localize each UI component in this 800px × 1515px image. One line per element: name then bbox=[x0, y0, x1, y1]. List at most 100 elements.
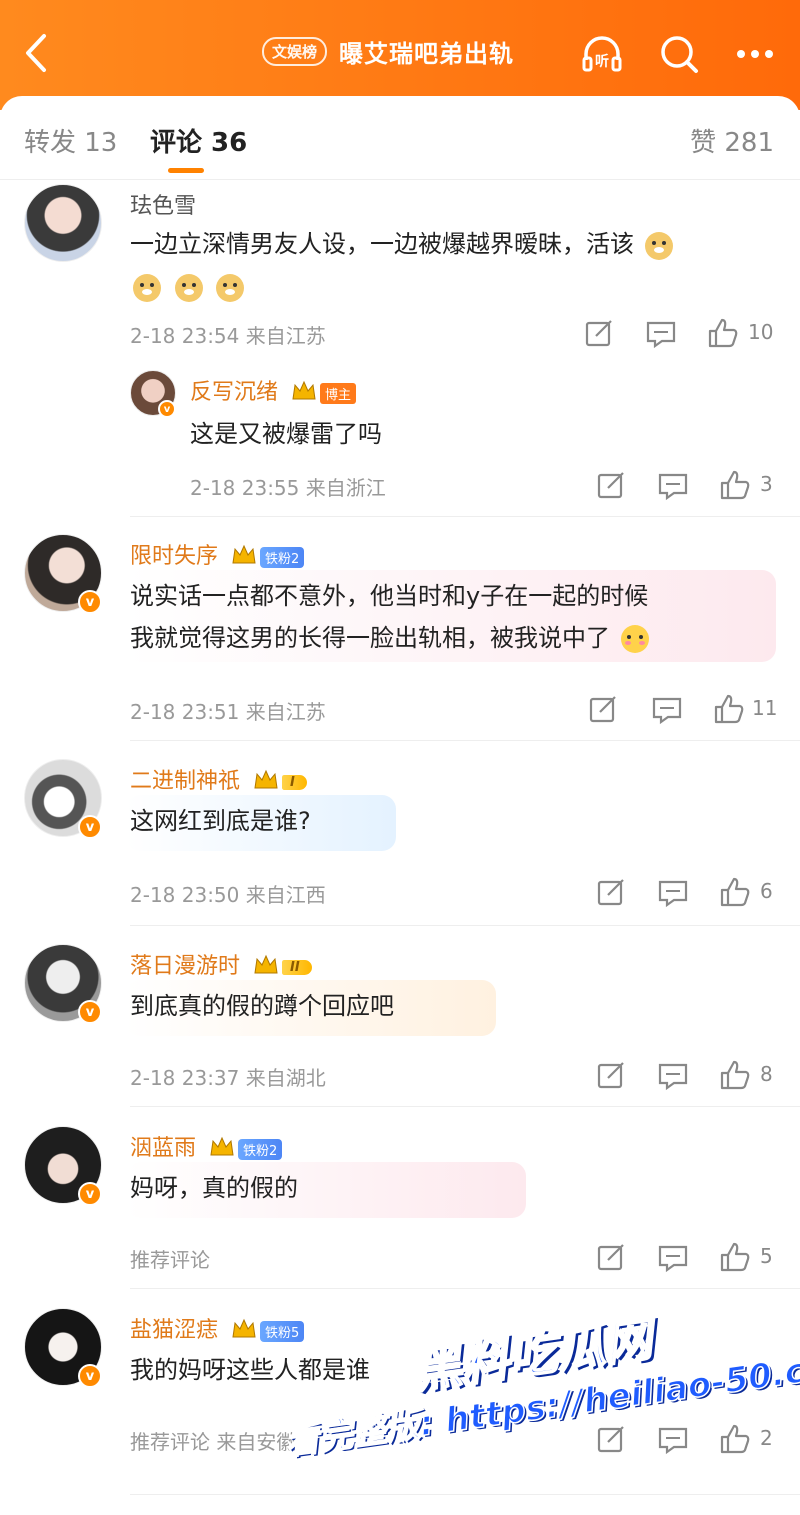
share-icon[interactable] bbox=[594, 1422, 628, 1456]
reply-author-name[interactable]: 反写沉绪 bbox=[190, 380, 278, 405]
commenter-name[interactable]: 洇蓝雨 bbox=[130, 1136, 196, 1161]
listen-label: 听 bbox=[595, 53, 609, 70]
like-count: 5 bbox=[760, 1244, 773, 1268]
search-button[interactable] bbox=[657, 32, 701, 76]
crown-icon bbox=[231, 1317, 257, 1345]
back-button[interactable] bbox=[16, 28, 56, 78]
like-count: 3 bbox=[760, 472, 773, 496]
comment-icon[interactable] bbox=[656, 1058, 690, 1092]
comment-meta: 2-18 23:51 来自江苏 bbox=[130, 700, 326, 724]
level-badge: I bbox=[282, 774, 307, 790]
like-icon[interactable] bbox=[718, 1240, 752, 1274]
comment-icon[interactable] bbox=[644, 316, 678, 350]
comment-text-line: 一边立深情男友人设，一边被爆越界暧昧，活该 bbox=[130, 230, 634, 258]
doge-emoji-icon bbox=[213, 270, 247, 304]
comment-icon[interactable] bbox=[656, 1240, 690, 1274]
divider bbox=[130, 925, 800, 926]
crown-icon bbox=[253, 768, 279, 796]
tab-comment[interactable]: 评论 36 bbox=[150, 122, 247, 159]
comment-text-line: 我的妈呀这些人都是谁 bbox=[130, 1356, 370, 1384]
comment-text-line: 妈呀，真的假的 bbox=[130, 1174, 298, 1202]
search-icon bbox=[661, 36, 698, 73]
blogger-badge: 博主 bbox=[320, 382, 357, 404]
like-icon[interactable] bbox=[718, 1058, 752, 1092]
back-arrow-icon bbox=[26, 34, 46, 72]
comment-actions: 5 bbox=[594, 1240, 784, 1274]
tab-bar: 转发 13 评论 36 赞 281 bbox=[0, 96, 800, 180]
comment-text: 一边立深情男友人设，一边被爆越界暧昧，活该 bbox=[130, 224, 676, 264]
commenter-name[interactable]: 珐色雪 bbox=[130, 188, 196, 220]
comment-text-line: 这网红到底是谁? bbox=[130, 807, 311, 835]
like-count: 2 bbox=[760, 1426, 773, 1450]
verified-icon: v bbox=[78, 590, 102, 614]
verified-icon: v bbox=[78, 1182, 102, 1206]
reply-name-row: 反写沉绪 博主 bbox=[190, 374, 357, 407]
comment-actions: 11 bbox=[586, 692, 786, 726]
comment-actions: 10 bbox=[582, 316, 782, 350]
verified-icon: v bbox=[78, 815, 102, 839]
share-icon[interactable] bbox=[594, 1240, 628, 1274]
active-tab-indicator bbox=[168, 168, 204, 173]
topic-tag[interactable]: 文娱榜 bbox=[262, 37, 328, 66]
like-count: 10 bbox=[748, 320, 774, 344]
comment-icon[interactable] bbox=[656, 875, 690, 909]
like-icon[interactable] bbox=[706, 316, 740, 350]
page-title: 曝艾瑞吧弟出轨 bbox=[339, 40, 515, 68]
crown-icon bbox=[253, 953, 279, 981]
like-icon[interactable] bbox=[712, 692, 746, 726]
like-icon[interactable] bbox=[718, 875, 752, 909]
share-icon[interactable] bbox=[594, 875, 628, 909]
like-count: 11 bbox=[752, 696, 778, 720]
doge-emoji-icon bbox=[642, 228, 676, 262]
comment-sheet: 转发 13 评论 36 赞 281 bbox=[0, 96, 800, 1515]
comment-text: 我就觉得这男的长得一脸出轨相，被我说中了 bbox=[130, 618, 652, 658]
divider bbox=[130, 740, 800, 741]
verified-icon: v bbox=[78, 1364, 102, 1388]
tab-repost[interactable]: 转发 13 bbox=[24, 122, 117, 159]
more-dots-icon bbox=[737, 50, 773, 58]
commenter-name[interactable]: 盐猫涩痣 bbox=[130, 1318, 218, 1343]
share-icon[interactable] bbox=[594, 468, 628, 502]
listen-button[interactable]: 听 bbox=[580, 32, 624, 76]
share-icon[interactable] bbox=[594, 1058, 628, 1092]
comment-icon[interactable] bbox=[656, 1422, 690, 1456]
headphones-icon: 听 bbox=[582, 36, 622, 72]
more-button[interactable] bbox=[733, 32, 777, 76]
verified-icon: v bbox=[78, 1000, 102, 1024]
divider bbox=[130, 1106, 800, 1107]
fan-badge: 铁粉2 bbox=[238, 1138, 283, 1160]
name-row: 落日漫游时 II bbox=[130, 948, 312, 981]
comment-icon[interactable] bbox=[656, 468, 690, 502]
comment-icon[interactable] bbox=[650, 692, 684, 726]
comment-actions: 2 bbox=[594, 1422, 784, 1456]
name-row: 二进制神祇 I bbox=[130, 763, 307, 796]
comment-text-line: 我就觉得这男的长得一脸出轨相，被我说中了 bbox=[130, 624, 610, 652]
comment-meta: 推荐评论 来自安徽 bbox=[130, 1430, 297, 1454]
commenter-name[interactable]: 落日漫游时 bbox=[130, 954, 240, 979]
comment-text-line: 说实话一点都不意外，他当时和y子在一起的时候 bbox=[130, 582, 649, 610]
share-icon[interactable] bbox=[582, 316, 616, 350]
divider bbox=[130, 1494, 800, 1495]
crown-icon bbox=[291, 379, 317, 407]
reply-actions: 3 bbox=[594, 468, 784, 502]
verified-icon: v bbox=[158, 400, 176, 418]
like-count: 8 bbox=[760, 1062, 773, 1086]
shy-emoji-icon bbox=[618, 622, 652, 656]
tab-like[interactable]: 赞 281 bbox=[690, 122, 774, 159]
comment-actions: 6 bbox=[594, 875, 784, 909]
like-icon[interactable] bbox=[718, 468, 752, 502]
like-count: 6 bbox=[760, 879, 773, 903]
header-title-group: 文娱榜 曝艾瑞吧弟出轨 bbox=[262, 34, 514, 69]
commenter-name[interactable]: 二进制神祇 bbox=[130, 769, 240, 794]
comment-meta: 2-18 23:54 来自江苏 bbox=[130, 324, 326, 348]
crown-icon bbox=[209, 1135, 235, 1163]
commenter-name[interactable]: 限时失序 bbox=[130, 544, 218, 569]
comment-text-line: 到底真的假的蹲个回应吧 bbox=[130, 992, 394, 1020]
avatar[interactable] bbox=[24, 184, 102, 262]
level-badge: II bbox=[282, 959, 312, 975]
doge-emoji-icon bbox=[172, 270, 206, 304]
share-icon[interactable] bbox=[586, 692, 620, 726]
top-bar: 文娱榜 曝艾瑞吧弟出轨 听 bbox=[0, 0, 800, 110]
divider bbox=[130, 1288, 800, 1289]
like-icon[interactable] bbox=[718, 1422, 752, 1456]
